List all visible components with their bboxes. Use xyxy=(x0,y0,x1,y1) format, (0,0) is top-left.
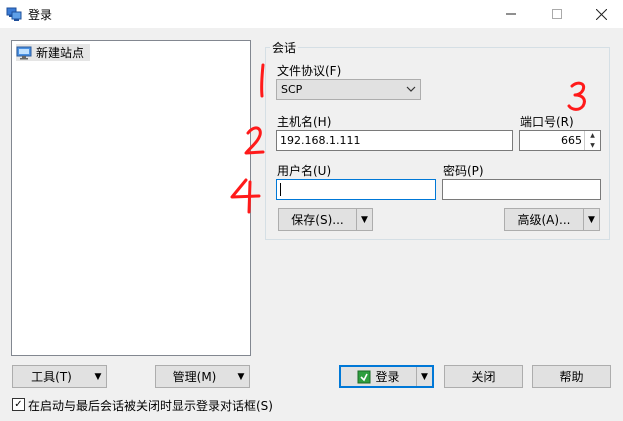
annotation-mark-3 xyxy=(567,81,586,111)
annotation-mark-2 xyxy=(244,126,265,155)
annotation-layer xyxy=(230,63,586,214)
annotation-mark-4 xyxy=(230,178,261,214)
annotation-mark-1 xyxy=(260,63,265,98)
